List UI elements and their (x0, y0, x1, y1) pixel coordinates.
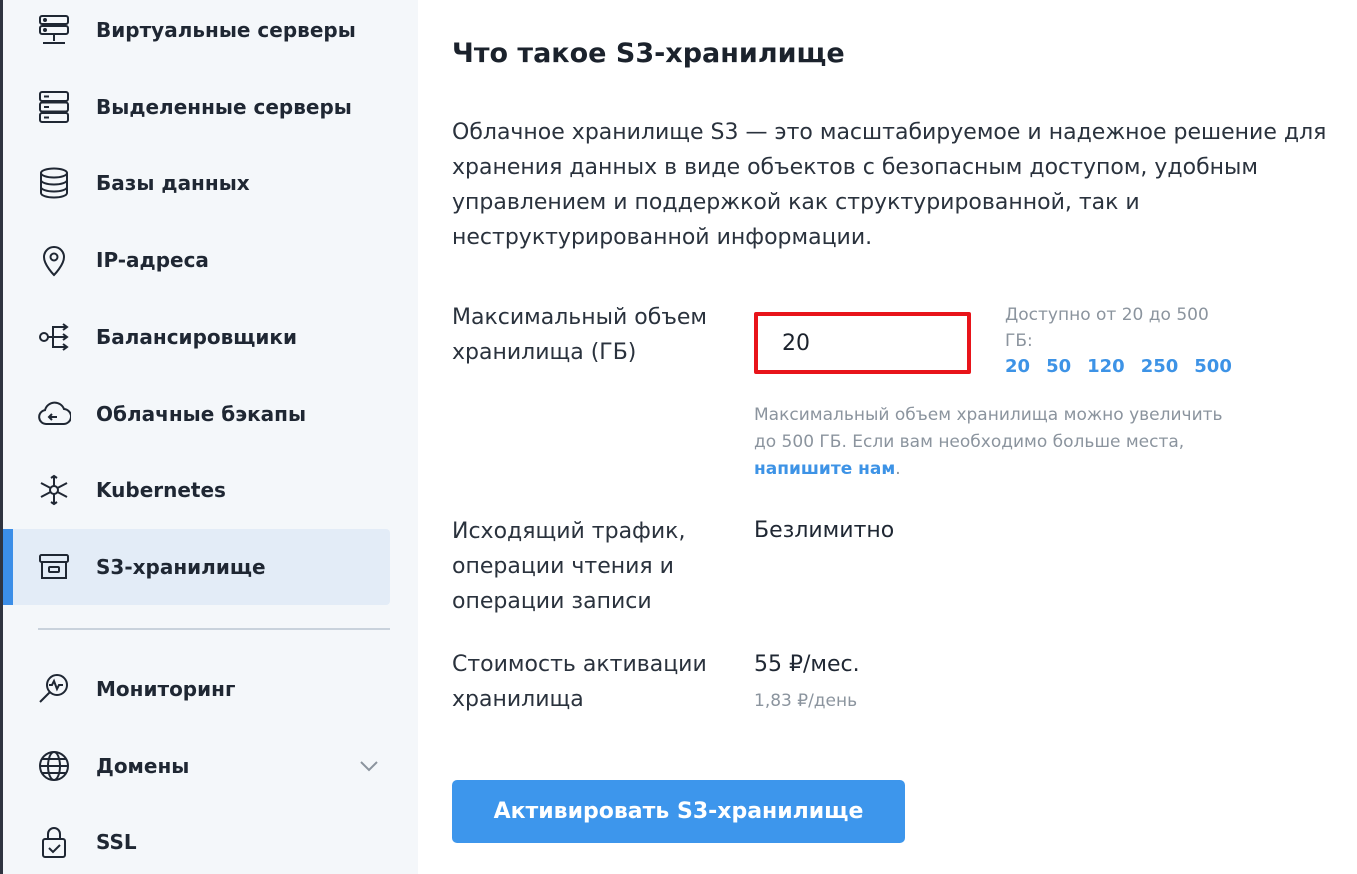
size-note-end: . (895, 459, 901, 479)
quick-size-option[interactable]: 20 (1005, 356, 1030, 377)
sidebar-item-databases[interactable]: Базы данных (6, 145, 390, 221)
sidebar-item-virtual-servers[interactable]: Виртуальные серверы (6, 0, 390, 68)
traffic-label: Исходящий трафик, операции чтения и опер… (452, 519, 686, 614)
sidebar-item-ssl[interactable]: SSL (6, 804, 390, 874)
sidebar-item-label: Мониторинг (96, 677, 236, 701)
quick-size-option[interactable]: 50 (1046, 356, 1071, 377)
sidebar-item-label: IP-адреса (96, 248, 209, 272)
sidebar-item-label: Выделенные серверы (96, 95, 352, 119)
quick-size-options: 20 50 120 250 500 (1005, 356, 1248, 377)
sidebar-item-label: Балансировщики (96, 325, 297, 349)
quick-size-option[interactable]: 120 (1087, 356, 1125, 377)
size-note: Максимальный объем хранилища можно увели… (754, 402, 1234, 483)
sidebar-item-domains[interactable]: Домены (6, 728, 390, 804)
sidebar: Виртуальные серверы Выделенные серверы Б… (0, 0, 418, 874)
server-stack-icon (36, 12, 72, 48)
page-title: Что такое S3-хранилище (452, 38, 845, 69)
cost-value: 55 ₽/мес. (754, 652, 860, 677)
max-size-label: Максимальный объем хранилища (ГБ) (452, 305, 707, 365)
activate-s3-button[interactable]: Активировать S3-хранилище (452, 780, 905, 843)
quick-size-option[interactable]: 250 (1141, 356, 1179, 377)
load-balancer-icon (36, 319, 72, 355)
size-note-text: Максимальный объем хранилища можно увели… (754, 405, 1223, 452)
lock-check-icon (36, 824, 72, 860)
database-icon (36, 165, 72, 201)
sidebar-item-label: Базы данных (96, 171, 250, 195)
sidebar-item-label: Виртуальные серверы (96, 18, 356, 42)
storage-box-icon (36, 549, 72, 585)
dedicated-server-icon (36, 89, 72, 125)
traffic-value: Безлимитно (754, 518, 895, 543)
cost-label: Стоимость активации хранилища (452, 652, 707, 712)
globe-icon (36, 748, 72, 784)
sidebar-item-label: Домены (96, 754, 190, 778)
quick-size-option[interactable]: 500 (1194, 356, 1232, 377)
monitoring-icon (36, 671, 72, 707)
max-size-input[interactable] (754, 312, 971, 374)
chevron-down-icon[interactable] (358, 759, 380, 773)
size-range-hint: Доступно от 20 до 500 ГБ: (1005, 305, 1209, 351)
sidebar-item-monitoring[interactable]: Мониторинг (6, 651, 390, 727)
sidebar-item-ip-addresses[interactable]: IP-адреса (6, 222, 390, 298)
sidebar-item-label: Kubernetes (96, 478, 226, 502)
page-description: Облачное хранилище S3 — это масштабируем… (452, 120, 1327, 250)
sidebar-divider (38, 628, 390, 630)
kubernetes-icon (36, 472, 72, 508)
sidebar-item-cloud-backups[interactable]: Облачные бэкапы (6, 376, 390, 452)
contact-us-link[interactable]: напишите нам (754, 459, 895, 479)
sidebar-item-dedicated-servers[interactable]: Выделенные серверы (6, 69, 390, 145)
sidebar-item-kubernetes[interactable]: Kubernetes (6, 452, 390, 528)
cost-per-day: 1,83 ₽/день (754, 691, 858, 711)
cloud-backup-icon (36, 396, 72, 432)
location-pin-icon (36, 242, 72, 278)
sidebar-item-label: S3-хранилище (96, 555, 266, 579)
sidebar-item-load-balancers[interactable]: Балансировщики (6, 299, 390, 375)
sidebar-item-label: Облачные бэкапы (96, 402, 307, 426)
main-content: Что такое S3-хранилище Облачное хранилищ… (418, 0, 1357, 874)
sidebar-item-s3-storage[interactable]: S3-хранилище (3, 529, 390, 605)
sidebar-item-label: SSL (96, 830, 137, 854)
